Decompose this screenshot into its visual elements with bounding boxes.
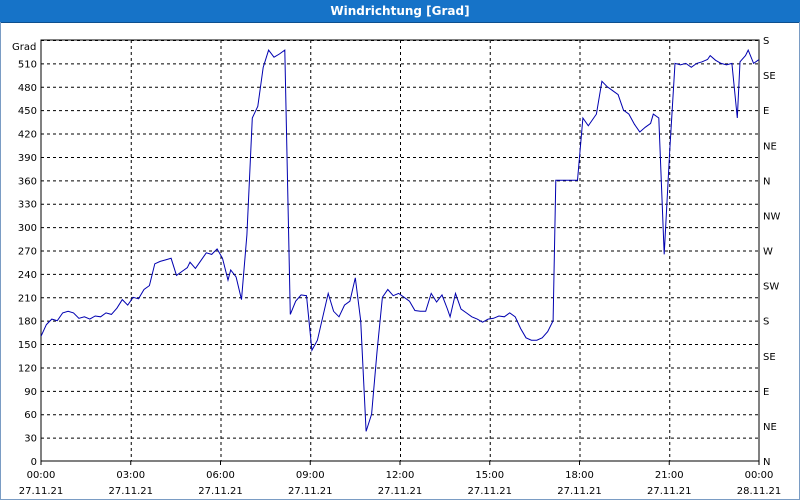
x-tick-time: 03:00 (116, 470, 145, 481)
x-tick-date: 27.11.21 (19, 486, 64, 497)
y-tick-label: 210 (18, 293, 37, 304)
y2-tick-label: SW (763, 282, 779, 293)
x-tick-date: 27.11.21 (198, 486, 243, 497)
y-tick-label: 90 (24, 387, 37, 398)
y2-tick-label: NW (763, 211, 780, 222)
y2-tick-label: E (763, 387, 769, 398)
y-tick-label: 180 (18, 317, 37, 328)
y2-tick-label: N (763, 176, 770, 187)
y-tick-label: 150 (18, 340, 37, 351)
x-tick-time: 09:00 (296, 470, 325, 481)
y-tick-label: 510 (18, 59, 37, 70)
y-axis-unit-label: Grad (12, 42, 36, 53)
x-tick-date: 27.11.21 (647, 486, 692, 497)
y2-tick-label: S (763, 36, 769, 47)
y-tick-label: 480 (18, 83, 37, 94)
y-tick-label: 270 (18, 247, 37, 258)
y-tick-label: 300 (18, 223, 37, 234)
y2-tick-label: N (763, 457, 770, 468)
wind-direction-chart: Grad 0 30 60 90 120 150 180 210 240 270 300 330 360 3… (12, 36, 782, 497)
x-tick-time: 12:00 (386, 470, 415, 481)
y-tick-label: 60 (24, 410, 37, 421)
y-tick-label: 420 (18, 130, 37, 141)
y-tick-label: 0 (31, 457, 37, 468)
x-tick-time: 21:00 (655, 470, 684, 481)
x-tick-time: 00:00 (27, 470, 56, 481)
x-tick-date: 28.11.21 (737, 486, 782, 497)
y-tick-label: 120 (18, 363, 37, 374)
x-tick-time: 00:00 (745, 470, 774, 481)
y2-tick-label: NE (763, 141, 777, 152)
x-tick-date: 27.11.21 (288, 486, 333, 497)
x-tick-date: 27.11.21 (378, 486, 423, 497)
y-tick-label: 30 (24, 434, 37, 445)
y-tick-label: 330 (18, 200, 37, 211)
y2-tick-label: E (763, 106, 769, 117)
y-tick-label: 390 (18, 153, 37, 164)
y2-tick-label: SE (763, 352, 776, 363)
y2-tick-label: SE (763, 71, 776, 82)
y-tick-label: 360 (18, 176, 37, 187)
x-tick-date: 27.11.21 (467, 486, 512, 497)
x-tick-time: 18:00 (565, 470, 594, 481)
y2-tick-label: S (763, 317, 769, 328)
y-tick-label: 240 (18, 270, 37, 281)
x-tick-date: 27.11.21 (108, 486, 153, 497)
y2-tick-label: W (763, 247, 773, 258)
x-tick-time: 06:00 (206, 470, 235, 481)
y-tick-label: 450 (18, 106, 37, 117)
x-tick-time: 15:00 (475, 470, 504, 481)
x-tick-date: 27.11.21 (557, 486, 602, 497)
y2-tick-label: NE (763, 422, 777, 433)
